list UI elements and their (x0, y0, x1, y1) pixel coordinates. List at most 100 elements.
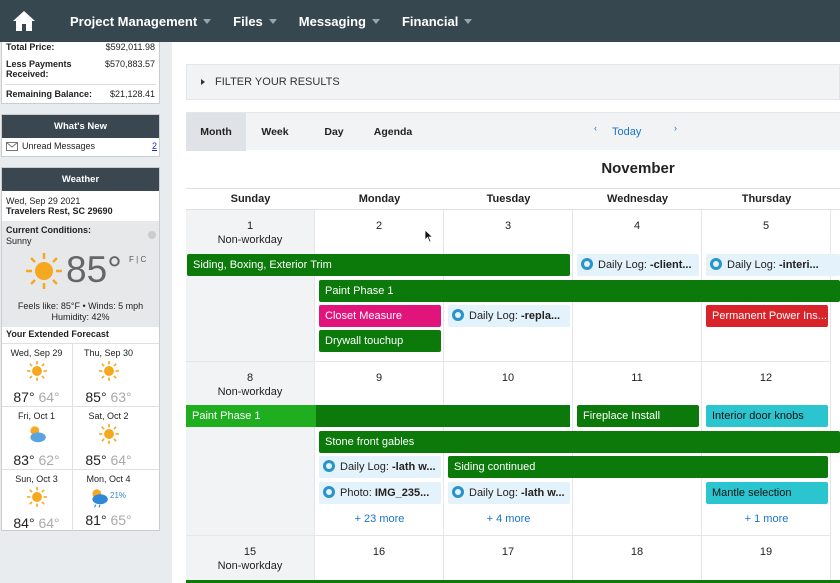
event-daily-log[interactable]: Daily Log: -repla... (448, 305, 570, 327)
event-daily-log[interactable]: Daily Log: -client... (577, 254, 699, 276)
current-temp: 85° (66, 249, 122, 290)
day-number: 5 (762, 220, 770, 232)
prev-month-button[interactable]: ‹ (594, 123, 597, 133)
day-cell[interactable]: 8 Non-workday (186, 362, 315, 536)
chevron-down-icon (464, 18, 473, 24)
forecast-date: Mon, Oct 4 (86, 474, 131, 484)
forecast-hi: 84° (13, 515, 35, 531)
chevron-down-icon (203, 18, 212, 24)
dow-label: Monday (358, 193, 401, 205)
view-month-tab[interactable]: Month (186, 113, 246, 151)
view-agenda-tab[interactable]: Agenda (364, 113, 422, 151)
more-events-link[interactable]: + 4 more (444, 513, 573, 525)
unit-toggle[interactable]: F | C (129, 255, 146, 264)
calendar: Month Week Day Agenda ‹ Today › November… (186, 112, 840, 583)
forecast-day: Wed, Sep 29 87° 64° (2, 348, 71, 405)
event-daily-log[interactable]: Daily Log: -lath w... (319, 456, 441, 478)
top-nav: Project Management Files Messaging Finan… (0, 0, 840, 42)
unread-messages-row[interactable]: Unread Messages 2 (6, 141, 157, 151)
forecast-hi: 81° (85, 512, 107, 528)
nav-label: Project Management (70, 13, 198, 29)
event-paint-phase-1-continued[interactable] (316, 405, 570, 427)
refresh-icon[interactable] (147, 230, 157, 240)
event-siding-boxing[interactable]: Siding, Boxing, Exterior Trim (187, 254, 570, 276)
day-cell[interactable]: 15 Non-workday (186, 536, 315, 583)
event-mantle-selection[interactable]: Mantle selection (706, 482, 828, 504)
home-icon (13, 11, 35, 31)
nonworkday-label: Non-workday (217, 560, 283, 572)
forecast-date: Sat, Oct 2 (88, 411, 129, 421)
day-cell[interactable]: 16 (315, 536, 444, 583)
next-month-button[interactable]: › (674, 123, 677, 133)
filter-label: FILTER YOUR RESULTS (215, 76, 340, 88)
event-paint-phase-1[interactable]: Paint Phase 1 (186, 405, 316, 427)
event-siding-continued[interactable]: Siding continued (448, 456, 828, 478)
daily-log-icon (452, 486, 464, 498)
daily-log-icon (323, 460, 335, 472)
event-photo[interactable]: Photo: IMG_235... (319, 482, 441, 504)
forecast-day: Sun, Oct 3 84° 64° (2, 474, 71, 531)
filter-results-toggle[interactable]: FILTER YOUR RESULTS (186, 64, 840, 100)
event-paint-phase-1[interactable]: Paint Phase 1 (319, 280, 840, 302)
daily-log-icon (710, 258, 722, 270)
day-number: 10 (501, 372, 515, 384)
dow-label: Wednesday (607, 193, 668, 205)
conditions-label: Current Conditions: (6, 225, 91, 235)
forecast-lo: 64° (38, 515, 60, 531)
day-cell[interactable]: 19 (702, 536, 831, 583)
event-interior-door-knobs[interactable]: Interior door knobs (706, 405, 828, 427)
day-of-week-header: Sunday Monday Tuesday Wednesday Thursday (186, 188, 840, 210)
forecast-temps: 87° 64° (2, 389, 71, 405)
forecast-title: Your Extended Forecast (6, 329, 109, 339)
humidity: Humidity: 42% (51, 312, 110, 322)
forecast-lo: 62° (38, 452, 60, 468)
view-day-tab[interactable]: Day (304, 113, 364, 151)
event-label-bold: -client... (649, 259, 692, 271)
event-drywall-touchup[interactable]: Drywall touchup (319, 330, 441, 352)
home-button[interactable] (0, 0, 48, 42)
forecast-lo: 65° (110, 512, 132, 528)
event-daily-log[interactable]: Daily Log: -interi... (706, 254, 840, 276)
unit-f[interactable]: F (129, 255, 134, 264)
unit-c[interactable]: C (140, 255, 146, 264)
price-value: $570,883.57 (104, 59, 155, 69)
nav-financial[interactable]: Financial (401, 13, 473, 29)
unit-separator: | (136, 255, 139, 264)
nav-messaging[interactable]: Messaging (299, 14, 380, 29)
event-label: Daily Log: (469, 487, 521, 499)
day-cell[interactable]: 17 (444, 536, 573, 583)
event-daily-log[interactable]: Daily Log: -lath w... (448, 482, 570, 504)
chevron-down-icon (268, 18, 277, 24)
partly-cloudy-icon (29, 426, 46, 443)
today-button[interactable]: Today (612, 113, 641, 151)
day-number: 8 (246, 372, 254, 384)
nav-project-management[interactable]: Project Management (70, 13, 212, 29)
rain-forecast: 21% (74, 486, 143, 510)
calendar-toolbar: Month Week Day Agenda ‹ Today › (186, 112, 840, 151)
day-number: 3 (504, 220, 512, 232)
day-cell[interactable]: 18 (573, 536, 702, 583)
sun-icon (26, 361, 47, 381)
event-stone-front-gables[interactable]: Stone front gables (319, 431, 840, 453)
nav-files[interactable]: Files (233, 14, 277, 29)
photo-icon (323, 486, 335, 498)
event-fireplace-install[interactable]: Fireplace Install (577, 405, 699, 427)
day-number: 12 (759, 372, 773, 384)
forecast-grid: Wed, Sep 29 87° 64° Thu, Sep 30 85° 63° … (2, 343, 159, 532)
forecast-day: Mon, Oct 4 21% 81° 65° (74, 474, 143, 528)
forecast-hi: 87° (13, 389, 35, 405)
view-week-tab[interactable]: Week (246, 113, 304, 151)
day-cell[interactable]: 1 Non-workday (186, 210, 315, 362)
unread-count-link[interactable]: 2 (152, 141, 157, 151)
price-summary: Total Price: $592,011.98 Less Payments R… (1, 42, 160, 104)
event-permanent-power[interactable]: Permanent Power Ins... (706, 305, 828, 327)
conditions-value: Sunny (6, 236, 32, 246)
more-events-link[interactable]: + 1 more (702, 513, 831, 525)
daily-log-icon (581, 258, 593, 270)
more-events-link[interactable]: + 23 more (315, 513, 444, 525)
nav-label: Financial (401, 13, 459, 29)
sun-icon (26, 487, 47, 507)
day-number: 19 (759, 546, 773, 558)
nav-label: Files (233, 13, 263, 29)
event-closet-measure[interactable]: Closet Measure (319, 305, 441, 327)
